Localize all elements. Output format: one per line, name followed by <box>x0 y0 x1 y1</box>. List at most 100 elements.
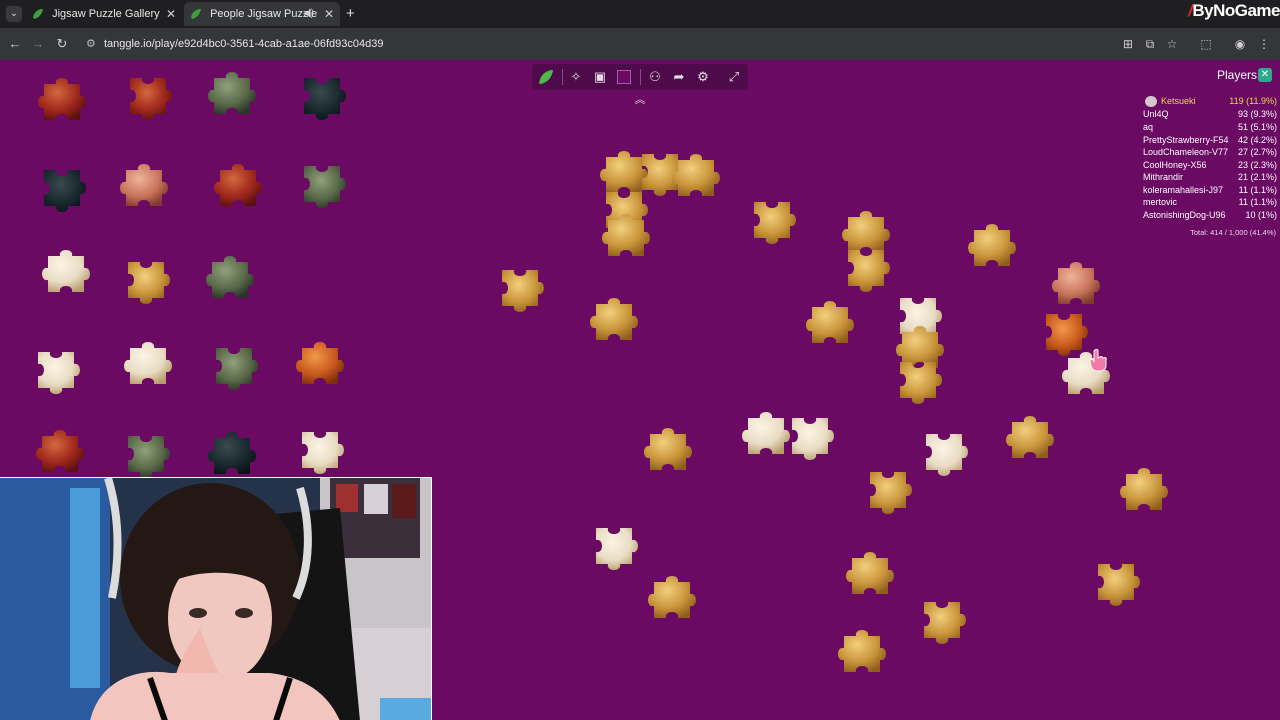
bookmark-star-icon[interactable]: ☆ <box>1162 34 1182 54</box>
player-name: AstonishingDog-U96 <box>1143 210 1226 220</box>
total-progress: Total: 414 / 1,000 (41.4%) <box>1190 228 1276 237</box>
player-score: 27 (2.7%) <box>1237 147 1277 157</box>
puzzle-piece[interactable] <box>596 528 638 570</box>
puzzle-piece[interactable] <box>206 256 254 298</box>
puzzle-piece[interactable] <box>124 342 172 384</box>
puzzle-piece[interactable] <box>130 78 172 120</box>
puzzle-piece-group[interactable] <box>742 412 834 460</box>
tab-people-jigsaw[interactable]: People Jigsaw Puzzle ◀) ✕ <box>184 2 340 26</box>
puzzle-piece[interactable] <box>128 436 170 478</box>
tab-search-chevron-icon[interactable]: ⌄ <box>6 6 22 22</box>
speaker-icon[interactable]: ◀) <box>303 2 314 26</box>
puzzle-piece[interactable] <box>214 164 262 206</box>
puzzle-piece[interactable] <box>36 430 84 472</box>
player-row: AstonishingDog-U96 10 (1%) <box>1143 210 1277 222</box>
extensions-icon[interactable]: ⬚ <box>1196 34 1216 54</box>
tab-jigsaw-gallery[interactable]: Jigsaw Puzzle Gallery ✕ <box>26 2 182 26</box>
puzzle-piece[interactable] <box>846 552 894 594</box>
close-tab-icon[interactable]: ✕ <box>324 2 334 26</box>
puzzle-piece[interactable] <box>208 432 256 474</box>
puzzle-piece[interactable] <box>38 352 80 394</box>
puzzle-piece[interactable] <box>128 262 170 304</box>
box-image-icon[interactable]: ▣ <box>590 67 610 87</box>
puzzle-piece[interactable] <box>590 298 638 340</box>
edge-pieces-icon[interactable]: ✧ <box>566 67 586 87</box>
player-row: LoudChameleon-V77 27 (2.7%) <box>1143 147 1277 159</box>
tanggle-favicon-icon <box>191 9 201 20</box>
puzzle-piece-group[interactable] <box>600 151 720 256</box>
puzzle-piece[interactable] <box>44 170 86 212</box>
puzzle-piece[interactable] <box>968 224 1016 266</box>
player-row: PrettyStrawberry-F54 42 (4.2%) <box>1143 135 1277 147</box>
puzzle-piece[interactable] <box>216 348 258 390</box>
toolbar-divider <box>562 69 563 85</box>
new-tab-plus-icon[interactable]: + <box>346 4 355 24</box>
puzzle-piece[interactable] <box>42 250 90 292</box>
background-color-swatch[interactable] <box>614 67 634 87</box>
player-score: 42 (4.2%) <box>1237 135 1277 145</box>
players-panel: Players ✕ Ketsueki 119 (11.9%) Unl4Q 93 … <box>1140 66 1280 246</box>
tanggle-logo-icon[interactable] <box>536 67 556 87</box>
toolbar-divider <box>640 69 641 85</box>
puzzle-piece[interactable] <box>644 428 692 470</box>
puzzle-piece[interactable] <box>870 472 912 514</box>
puzzle-piece[interactable] <box>648 576 696 618</box>
translate-icon[interactable]: ⊞ <box>1118 34 1138 54</box>
players-panel-title: Players <box>1217 68 1258 82</box>
puzzle-piece[interactable] <box>1120 468 1168 510</box>
puzzle-piece[interactable] <box>1098 564 1140 606</box>
tab-title: People Jigsaw Puzzle <box>210 8 318 21</box>
site-info-icon[interactable]: ⚙ <box>86 32 96 56</box>
install-app-icon[interactable]: ⧉ <box>1140 34 1160 54</box>
player-score: 51 (5.1%) <box>1237 122 1277 132</box>
player-score: 11 (1.1%) <box>1238 185 1277 195</box>
url-text: tanggle.io/play/e92d4bc0-3561-4cab-a1ae-… <box>104 38 384 50</box>
collapse-toolbar-chevron-icon[interactable]: ︽ <box>631 92 649 108</box>
puzzle-toolbar: ✧ ▣ ⚇ ➦ ⚙ ⤢ <box>532 64 748 90</box>
player-score: 93 (9.3%) <box>1237 109 1277 119</box>
player-row: koleramahallesi-J97 11 (1.1%) <box>1143 185 1277 197</box>
tanggle-favicon-icon <box>33 9 43 20</box>
url-input[interactable]: ⚙ tanggle.io/play/e92d4bc0-3561-4cab-a1a… <box>78 32 1138 56</box>
puzzle-piece[interactable] <box>120 164 168 206</box>
streamer-webcam-image <box>0 478 431 720</box>
browser-tab-bar: ⌄ Jigsaw Puzzle Gallery ✕ People Jigsaw … <box>0 0 1280 28</box>
settings-icon[interactable]: ⚙ <box>693 67 713 87</box>
puzzle-piece[interactable] <box>1006 416 1054 458</box>
puzzle-piece[interactable] <box>208 72 256 114</box>
puzzle-piece[interactable] <box>296 342 344 384</box>
player-score: 23 (2.3%) <box>1237 160 1277 170</box>
player-name: CoolHoney-X56 <box>1143 160 1207 170</box>
forward-arrow-icon[interactable]: → <box>28 34 48 54</box>
player-row: Ketsueki 119 (11.9%) <box>1143 96 1277 108</box>
puzzle-piece[interactable] <box>754 202 796 244</box>
back-arrow-icon[interactable]: ← <box>5 34 25 54</box>
player-row: Unl4Q 93 (9.3%) <box>1143 109 1277 121</box>
player-score: 119 (11.9%) <box>1229 96 1277 106</box>
player-name: aq <box>1143 122 1154 132</box>
puzzle-piece[interactable] <box>38 78 86 120</box>
player-score: 21 (2.1%) <box>1237 172 1277 182</box>
reload-icon[interactable]: ↻ <box>52 34 72 54</box>
puzzle-piece-group[interactable] <box>842 211 890 292</box>
browser-menu-icon[interactable]: ⋮ <box>1254 34 1274 54</box>
puzzle-piece[interactable] <box>924 602 966 644</box>
close-players-panel-icon[interactable]: ✕ <box>1258 68 1272 82</box>
player-row: CoolHoney-X56 23 (2.3%) <box>1143 160 1277 172</box>
puzzle-piece-group[interactable] <box>1046 262 1110 394</box>
players-icon[interactable]: ⚇ <box>645 67 665 87</box>
fullscreen-icon[interactable]: ⤢ <box>724 67 744 87</box>
player-name: Mithrandir <box>1143 172 1184 182</box>
puzzle-piece[interactable] <box>304 166 346 208</box>
profile-avatar-icon[interactable]: ◉ <box>1230 34 1250 54</box>
player-score: 10 (1%) <box>1245 210 1277 220</box>
puzzle-piece[interactable] <box>502 270 544 312</box>
puzzle-piece[interactable] <box>838 630 886 672</box>
puzzle-piece[interactable] <box>926 434 968 476</box>
puzzle-piece-group[interactable] <box>806 298 944 404</box>
puzzle-piece[interactable] <box>304 78 346 120</box>
close-tab-icon[interactable]: ✕ <box>166 2 176 26</box>
puzzle-piece[interactable] <box>302 432 344 474</box>
share-icon[interactable]: ➦ <box>669 67 689 87</box>
player-name: LoudChameleon-V77 <box>1143 147 1229 157</box>
